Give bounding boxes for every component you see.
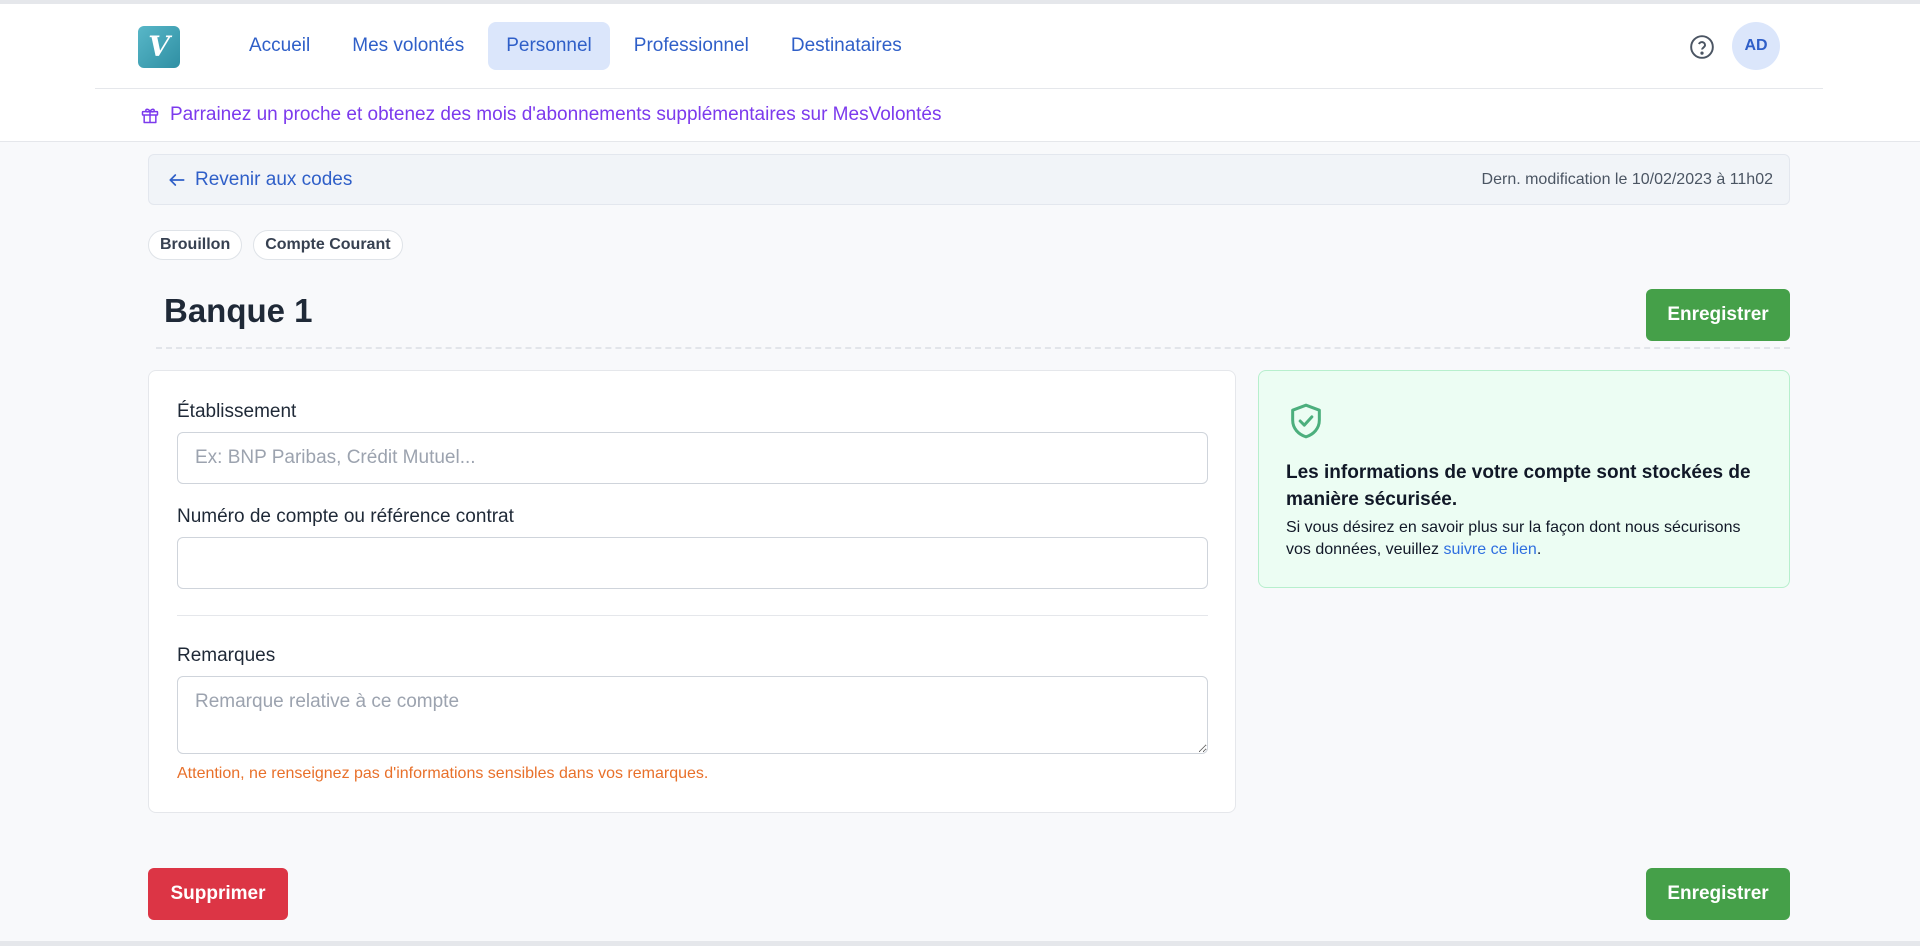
user-avatar[interactable]: AD <box>1732 22 1780 70</box>
shield-check-icon <box>1291 403 1321 439</box>
nav-link-destinataires[interactable]: Destinataires <box>773 22 920 70</box>
sensitive-info-warning: Attention, ne renseignez pas d'informati… <box>177 765 709 782</box>
security-info-link[interactable]: suivre ce lien <box>1443 541 1536 558</box>
title-divider <box>156 347 1790 349</box>
back-to-codes-link[interactable]: Revenir aux codes <box>167 155 352 204</box>
last-modified-text: Dern. modification le 10/02/2023 à 11h02 <box>1481 170 1773 188</box>
security-info-text-after: . <box>1536 541 1542 558</box>
nav-link-accueil[interactable]: Accueil <box>231 22 328 70</box>
logo-letter: V <box>148 30 170 63</box>
save-button-bottom[interactable]: Enregistrer <box>1646 868 1790 920</box>
main-nav: V Accueil Mes volontés Personnel Profess… <box>95 4 1823 89</box>
save-button-top[interactable]: Enregistrer <box>1646 289 1790 341</box>
badge-list: Brouillon Compte Courant <box>148 230 403 260</box>
numero-label: Numéro de compte ou référence contrat <box>177 506 514 527</box>
back-bar: Revenir aux codes Dern. modification le … <box>148 154 1790 205</box>
remarques-label: Remarques <box>177 645 276 666</box>
nav-link-personnel[interactable]: Personnel <box>488 22 610 70</box>
referral-text: Parrainez un proche et obtenez des mois … <box>170 104 942 125</box>
gift-icon <box>141 108 159 124</box>
delete-button[interactable]: Supprimer <box>148 868 288 920</box>
etablissement-label: Établissement <box>177 401 297 422</box>
nav-link-professionnel[interactable]: Professionnel <box>616 22 767 70</box>
numero-input[interactable] <box>177 537 1208 589</box>
app-logo[interactable]: V <box>138 26 180 68</box>
question-circle-icon[interactable] <box>1689 34 1715 60</box>
page-title: Banque 1 <box>164 292 313 329</box>
referral-banner[interactable]: Parrainez un proche et obtenez des mois … <box>140 104 941 126</box>
remarques-textarea[interactable] <box>177 676 1208 754</box>
page-bottom-edge <box>0 941 1920 946</box>
security-info-title: Les informations de votre compte sont st… <box>1286 462 1751 510</box>
security-info-text: Si vous désirez en savoir plus sur la fa… <box>1286 517 1766 561</box>
status-badge: Brouillon <box>148 230 243 260</box>
type-badge: Compte Courant <box>253 230 403 260</box>
arrow-left-icon <box>169 173 185 186</box>
security-info-card: Les informations de votre compte sont st… <box>1258 370 1790 588</box>
nav-link-mes-volontes[interactable]: Mes volontés <box>334 22 482 70</box>
etablissement-input[interactable] <box>177 432 1208 484</box>
nav-links: Accueil Mes volontés Personnel Professio… <box>231 22 920 70</box>
app-header: V Accueil Mes volontés Personnel Profess… <box>0 4 1920 142</box>
account-form-card: Établissement Numéro de compte ou référe… <box>148 370 1236 813</box>
back-link-label: Revenir aux codes <box>195 168 353 190</box>
form-separator <box>177 615 1208 616</box>
